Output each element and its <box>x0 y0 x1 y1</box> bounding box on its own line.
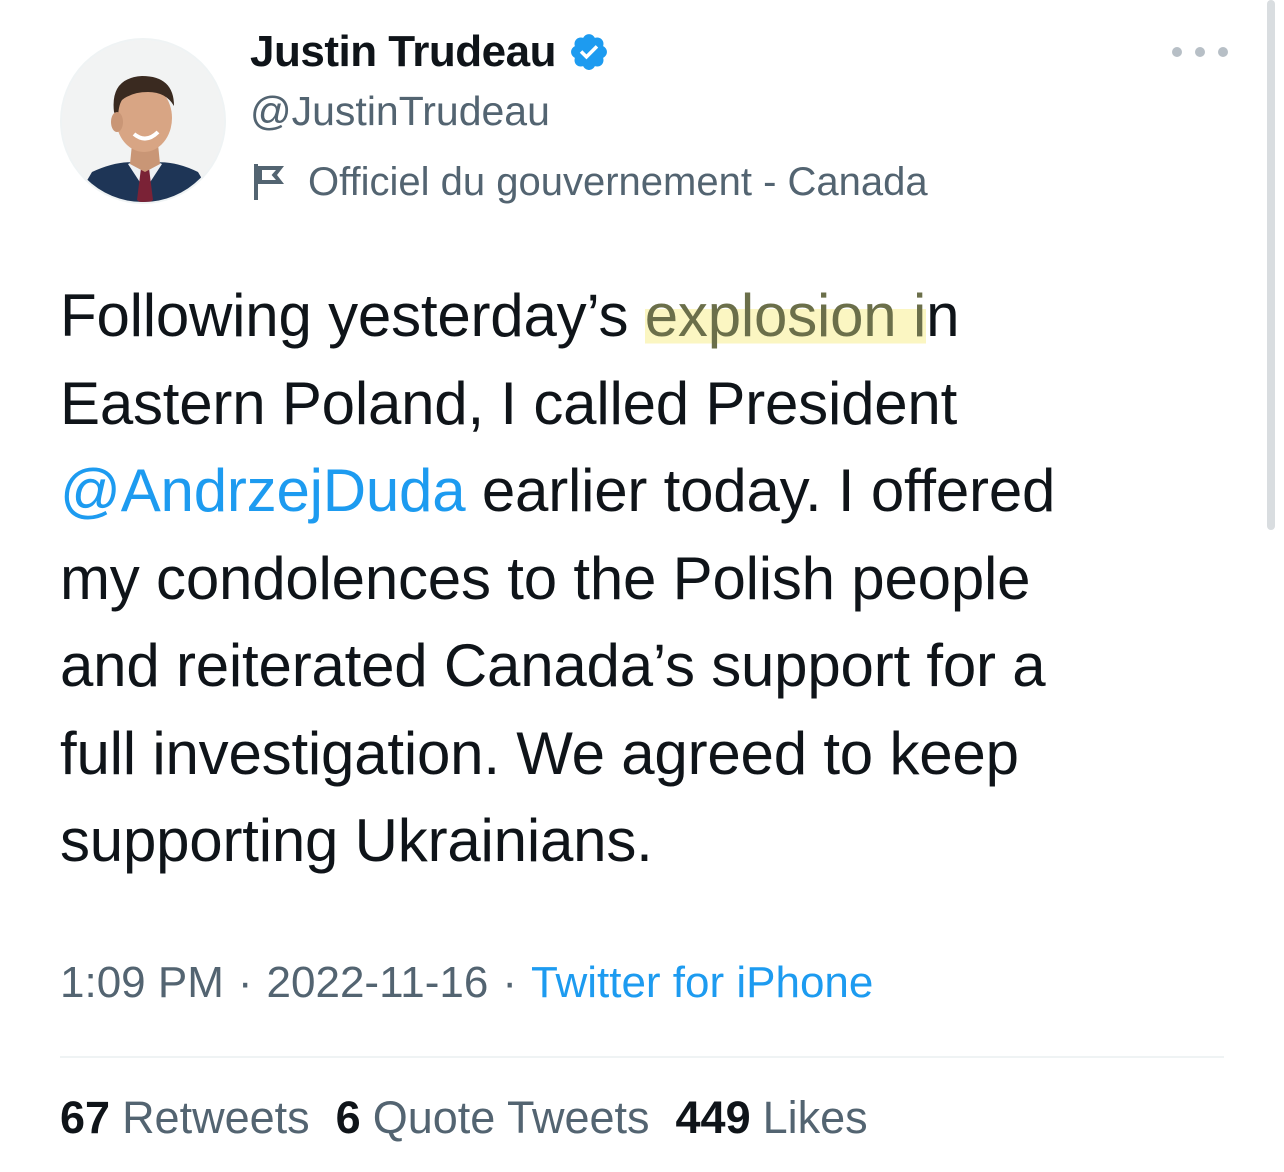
tweet-stats: 67 Retweets 6 Quote Tweets 449 Likes <box>60 1092 894 1144</box>
government-label-text: Officiel du gouvernement - Canada <box>308 159 928 204</box>
tweet-line: Eastern Poland, I called President <box>60 369 958 437</box>
tweet-line: full investigation. We agreed to keep <box>60 719 1019 787</box>
tweet-meta: 1:09 PM · 2022-11-16 · Twitter for iPhone <box>60 958 873 1008</box>
scrollbar[interactable] <box>1267 0 1275 530</box>
retweets-label: Retweets <box>122 1092 310 1143</box>
quote-tweets-stat[interactable]: 6 Quote Tweets <box>336 1092 650 1144</box>
flag-icon <box>252 162 288 202</box>
government-label: Officiel du gouvernement - Canada <box>252 156 928 208</box>
tweet-line: Following yesterday’s explosion in <box>60 272 1240 360</box>
likes-count: 449 <box>675 1092 751 1143</box>
quote-tweets-count: 6 <box>335 1092 361 1143</box>
author-name-row: Justin Trudeau <box>250 24 610 80</box>
meta-separator: · <box>237 958 253 1007</box>
tweet-line: and reiterated Canada’s support for a <box>60 632 1046 699</box>
tweet-line: supporting Ukrainians. <box>60 807 653 874</box>
tweet-text-fragment: Following yesterday’s <box>60 282 645 349</box>
avatar[interactable] <box>60 38 226 204</box>
quote-tweets-label: Quote Tweets <box>372 1092 650 1143</box>
likes-label: Likes <box>762 1092 868 1143</box>
highlighted-text: explosion i <box>644 282 927 349</box>
author-handle[interactable]: @JustinTrudeau <box>250 88 550 135</box>
meta-separator: · <box>502 958 517 1007</box>
retweets-stat[interactable]: 67 Retweets <box>60 1092 310 1144</box>
mention-link[interactable]: @AndrzejDuda <box>60 457 466 524</box>
divider <box>60 1056 1224 1058</box>
likes-stat[interactable]: 449 Likes <box>676 1092 868 1144</box>
verified-badge-icon <box>568 31 610 73</box>
tweet-line: my condolences to the Polish people <box>60 544 1031 612</box>
tweet-text-fragment: earlier today. I offered <box>465 457 1056 524</box>
tweet-text: Following yesterday’s explosion in Easte… <box>60 272 1240 885</box>
tweet-line: @AndrzejDuda earlier today. I offered <box>60 447 1240 535</box>
retweets-count: 67 <box>60 1092 111 1143</box>
tweet-card: Justin Trudeau @JustinTrudeau Officiel d… <box>0 0 1284 1172</box>
author-name[interactable]: Justin Trudeau <box>250 27 556 77</box>
tweet-source-link[interactable]: Twitter for iPhone <box>531 958 873 1007</box>
tweet-date[interactable]: 2022-11-16 <box>267 958 489 1007</box>
tweet-time[interactable]: 1:09 PM <box>60 958 224 1007</box>
tweet-text-fragment: n <box>926 282 960 349</box>
profile-photo-icon <box>62 40 224 202</box>
more-options-icon[interactable] <box>1172 34 1228 70</box>
